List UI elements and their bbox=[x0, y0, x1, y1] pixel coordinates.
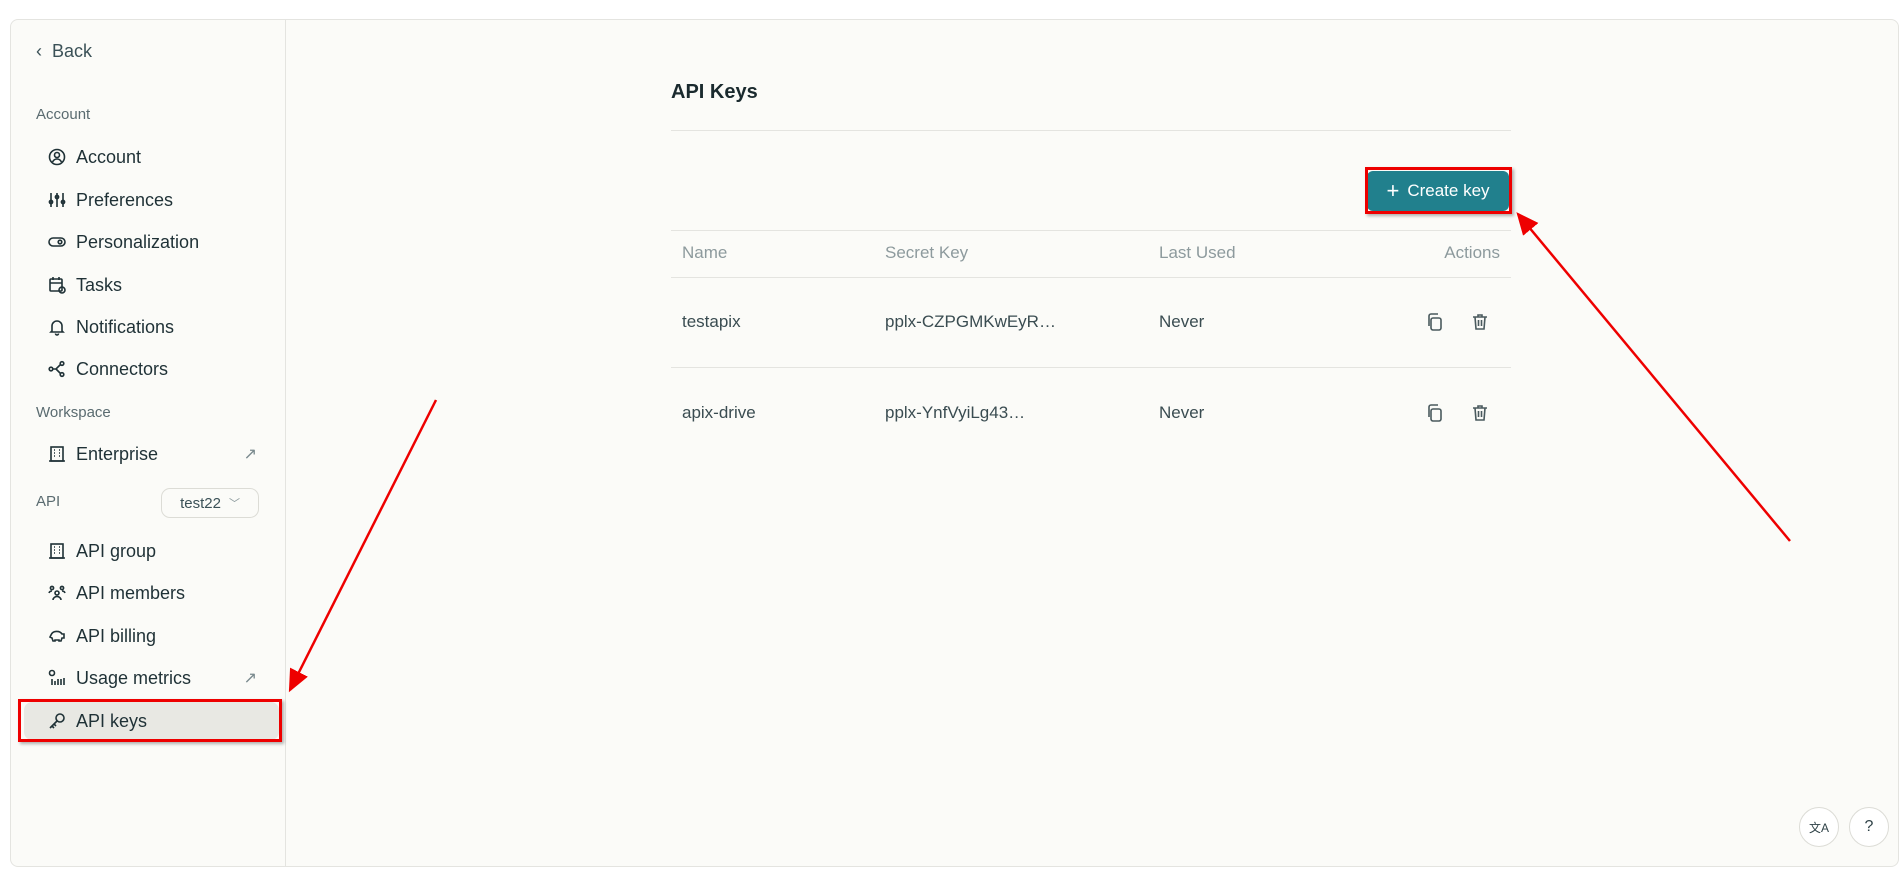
divider bbox=[671, 130, 1511, 131]
sidebar-item-api-members[interactable]: API members bbox=[24, 574, 279, 612]
back-button[interactable]: ‹ Back bbox=[36, 41, 92, 62]
section-label-api: API bbox=[36, 493, 61, 510]
sidebar-item-personalization[interactable]: Personalization bbox=[24, 223, 279, 261]
chart-icon bbox=[48, 669, 65, 685]
copy-icon[interactable] bbox=[1425, 403, 1445, 423]
building-icon bbox=[49, 446, 65, 462]
toggle-icon bbox=[48, 237, 66, 247]
key-name: testapix bbox=[682, 312, 741, 331]
help-icon: ? bbox=[1864, 818, 1874, 835]
piggy-bank-icon bbox=[48, 630, 65, 642]
share-nodes-icon bbox=[48, 360, 65, 378]
sidebar-item-preferences[interactable]: Preferences bbox=[24, 181, 279, 219]
secret-key: pplx-YnfVyiLg43… bbox=[885, 403, 1026, 422]
settings-window bbox=[10, 19, 1899, 867]
translate-button[interactable]: 文A bbox=[1799, 807, 1839, 847]
column-header-actions: Actions bbox=[1444, 243, 1500, 262]
api-group-selector[interactable]: test22 ﹀ bbox=[161, 488, 259, 518]
column-header-last-used: Last Used bbox=[1159, 243, 1236, 262]
building-icon bbox=[49, 543, 65, 559]
trash-icon[interactable] bbox=[1470, 403, 1490, 423]
table-header-border bbox=[671, 277, 1511, 278]
key-name: apix-drive bbox=[682, 403, 756, 422]
external-link-icon: ↗ bbox=[243, 670, 257, 687]
users-icon bbox=[48, 585, 66, 601]
sidebar-item-api-billing[interactable]: API billing bbox=[24, 617, 279, 655]
sidebar-item-api-group[interactable]: API group bbox=[24, 532, 279, 570]
chevron-left-icon: ‹ bbox=[36, 41, 42, 61]
last-used: Never bbox=[1159, 403, 1205, 422]
copy-icon[interactable] bbox=[1425, 312, 1445, 332]
chevron-down-icon: ﹀ bbox=[228, 498, 240, 510]
row-divider bbox=[671, 367, 1511, 368]
table-top-border bbox=[671, 230, 1511, 231]
external-link-icon: ↗ bbox=[243, 446, 257, 463]
sidebar-item-usage-metrics[interactable]: Usage metrics ↗ bbox=[24, 659, 279, 697]
translate-icon: 文A bbox=[1808, 820, 1829, 835]
last-used: Never bbox=[1159, 312, 1205, 331]
bell-icon bbox=[49, 320, 65, 336]
user-circle-icon bbox=[48, 148, 66, 166]
annotation-highlight-api-keys bbox=[18, 699, 282, 742]
trash-icon[interactable] bbox=[1470, 312, 1490, 332]
annotation-highlight-create-key bbox=[1365, 167, 1512, 214]
section-label-account: Account bbox=[36, 106, 91, 123]
section-label-workspace: Workspace bbox=[36, 404, 111, 421]
help-button[interactable]: ? bbox=[1849, 807, 1889, 847]
sliders-icon bbox=[48, 193, 66, 207]
sidebar-item-tasks[interactable]: Tasks bbox=[24, 266, 279, 304]
calendar-clock-icon bbox=[49, 277, 66, 294]
column-header-name: Name bbox=[682, 243, 728, 262]
sidebar-item-account[interactable]: Account bbox=[24, 138, 279, 176]
page-title: API Keys bbox=[671, 81, 758, 103]
sidebar-item-connectors[interactable]: Connectors bbox=[24, 350, 279, 388]
sidebar-item-notifications[interactable]: Notifications bbox=[24, 308, 279, 346]
sidebar-item-enterprise[interactable]: Enterprise ↗ bbox=[24, 435, 279, 473]
secret-key: pplx-CZPGMKwEyR… bbox=[885, 312, 1056, 331]
column-header-secret-key: Secret Key bbox=[885, 243, 969, 262]
